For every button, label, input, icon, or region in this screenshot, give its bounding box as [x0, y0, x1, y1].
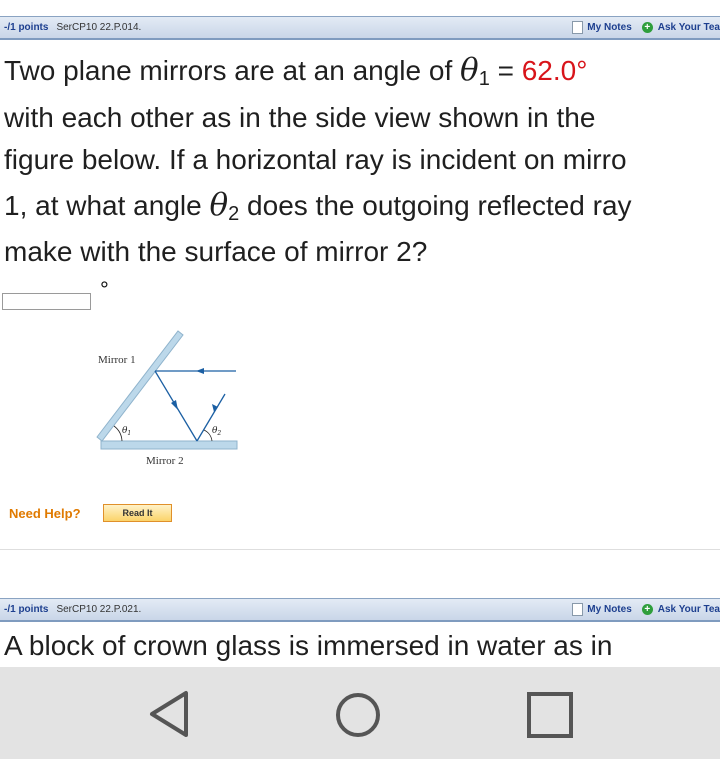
ask-teacher-label: Ask Your Tea [657, 22, 720, 33]
my-notes-link[interactable]: My Notes [572, 21, 632, 34]
ask-teacher-link[interactable]: + Ask Your Tea [641, 604, 720, 615]
question-text: does the outgoing reflected ray [239, 190, 632, 221]
read-it-button[interactable]: Read It [103, 504, 172, 522]
mirror1-label: Mirror 1 [98, 354, 136, 366]
mirror2-label: Mirror 2 [146, 455, 184, 467]
my-notes-link[interactable]: My Notes [572, 603, 632, 616]
answer-input[interactable] [2, 293, 91, 310]
question-line-3: figure below. If a horizontal ray is inc… [4, 144, 627, 175]
notes-icon [572, 21, 584, 34]
theta2-figure-label: θ2 [212, 426, 221, 437]
mirror-diagram: Mirror 1 Mirror 2 θ1 θ2 [96, 330, 238, 467]
plus-icon: + [641, 604, 653, 615]
navigation-bar [0, 667, 720, 759]
reflected-ray-arrow [171, 400, 178, 410]
recents-square-icon[interactable] [526, 691, 574, 739]
home-circle-icon[interactable] [334, 691, 382, 739]
plus-icon: + [641, 22, 653, 33]
angle-value: 62.0° [521, 55, 588, 86]
theta2-symbol: θ [209, 187, 229, 223]
question-text: Two plane mirrors are at an angle of [4, 55, 461, 86]
question-header-bar: -/1 points SerCP10 22.P.014. My Notes + … [0, 16, 720, 40]
question-header-bar: -/1 points SerCP10 22.P.021. My Notes + … [0, 598, 720, 622]
theta1-subscript: 1 [478, 68, 490, 90]
points-label: -/1 points [4, 22, 49, 33]
incident-ray-arrow [196, 368, 204, 374]
my-notes-label: My Notes [587, 22, 632, 33]
points-label: -/1 points [4, 604, 49, 615]
question-line-4: 1, at what angle θ2 does the outgoing re… [4, 187, 720, 226]
ask-teacher-link[interactable]: + Ask Your Tea [641, 22, 720, 33]
theta2-arc [203, 429, 213, 442]
theta2-subscript: 2 [228, 203, 240, 225]
theta1-symbol: θ [460, 52, 479, 88]
question-code: SerCP10 22.P.014. [56, 22, 142, 33]
question2-line-1: A block of crown glass is immersed in wa… [4, 630, 613, 661]
theta1-arc [113, 425, 123, 442]
theta1-figure-label: θ1 [122, 426, 131, 437]
question-code: SerCP10 22.P.021. [56, 604, 142, 615]
question-line-1: Two plane mirrors are at an angle of θ1 … [4, 52, 720, 91]
mirror-2 [100, 440, 238, 450]
question-line-2: with each other as in the side view show… [4, 102, 596, 133]
question-line-5: make with the surface of mirror 2? [4, 236, 428, 267]
need-help-label: Need Help? [9, 506, 81, 521]
equals-sign: = [489, 55, 522, 86]
question-text: 1, at what angle [4, 190, 210, 221]
mirror-1 [96, 330, 184, 442]
my-notes-label: My Notes [587, 604, 632, 615]
back-triangle-icon[interactable] [146, 689, 194, 739]
question-divider [0, 549, 720, 550]
notes-icon [572, 603, 584, 616]
degree-unit-label: ° [100, 277, 109, 302]
ask-teacher-label: Ask Your Tea [657, 604, 720, 615]
